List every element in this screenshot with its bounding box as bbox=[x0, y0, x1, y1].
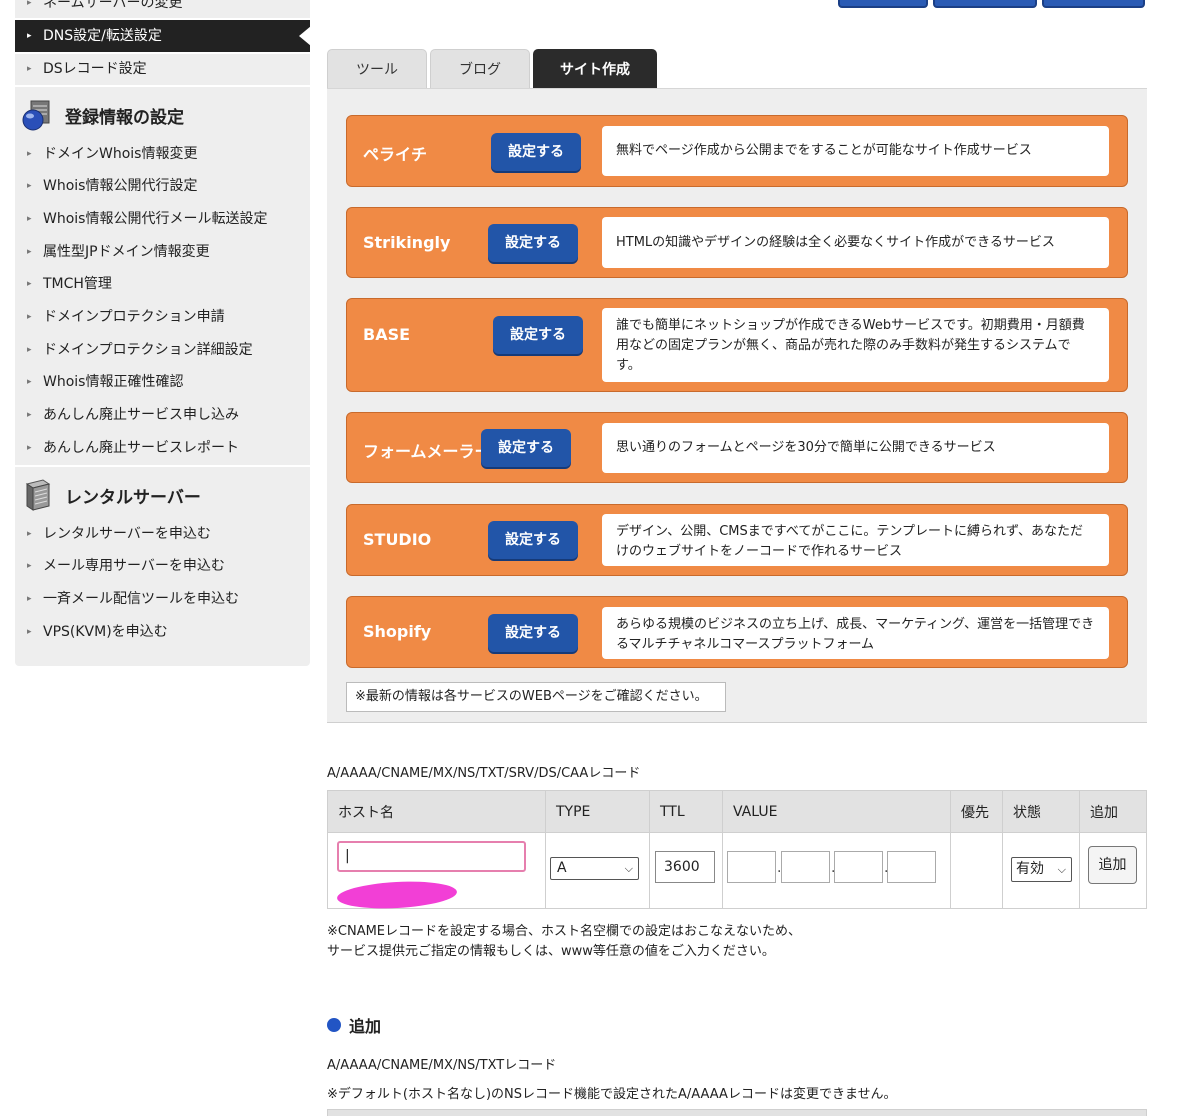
tab-blog[interactable]: ブログ bbox=[430, 49, 530, 89]
col-header-ttl: TTL bbox=[649, 790, 723, 833]
type-selected-value: A bbox=[557, 860, 567, 876]
ip-octet-2-input[interactable] bbox=[781, 851, 830, 883]
top-button[interactable] bbox=[1042, 0, 1145, 8]
sidebar-item-dns-settings[interactable]: DNS設定/転送設定 bbox=[15, 20, 311, 52]
tab-site-creation[interactable]: サイト作成 bbox=[533, 49, 657, 89]
sidebar-item-bulk-mail[interactable]: 一斉メール配信ツールを申込む bbox=[15, 583, 310, 615]
col-header-value: VALUE bbox=[722, 790, 951, 833]
top-button[interactable] bbox=[838, 0, 928, 8]
add-section-title: 追加 bbox=[349, 1017, 382, 1036]
service-card-strikingly: Strikingly 設定する HTMLの知識やデザインの経験は全く必要なくサイ… bbox=[346, 207, 1128, 278]
sidebar-item-whois-change[interactable]: ドメインWhois情報変更 bbox=[15, 138, 310, 170]
service-name: ペライチ bbox=[363, 145, 428, 164]
section-title: レンタルサーバー bbox=[65, 487, 201, 508]
sidebar-item-nameserver[interactable]: ネームサーバーの変更 bbox=[15, 0, 310, 19]
sidebar-item-whois-accuracy[interactable]: Whois情報正確性確認 bbox=[15, 366, 310, 398]
col-header-type: TYPE bbox=[545, 790, 650, 833]
ip-octet-3-input[interactable] bbox=[834, 851, 883, 883]
section-rental-server: レンタルサーバー bbox=[15, 473, 310, 517]
service-description: 誰でも簡単にネットショップが作成できるWebサービスです。初期費用・月額費用など… bbox=[602, 308, 1109, 382]
service-card-shopify: Shopify 設定する あらゆる規模のビジネスの立ち上げ、成長、マーケティング… bbox=[346, 596, 1128, 668]
cname-note: ※CNAMEレコードを設定する場合、ホスト名空欄での設定はおこなえないため、 サ… bbox=[327, 922, 801, 962]
service-name: フォームメーラー bbox=[363, 442, 491, 461]
ttl-input[interactable]: 3600 bbox=[655, 851, 715, 883]
table-header-row: ホスト名 TYPE TTL VALUE 優先 状態 追加 bbox=[327, 790, 1147, 833]
sidebar-item-anshin-apply[interactable]: あんしん廃止サービス申し込み bbox=[15, 399, 310, 431]
section-title: 登録情報の設定 bbox=[65, 107, 184, 128]
col-header-priority: 優先 bbox=[950, 790, 1003, 833]
add-section-subtitle: A/AAAA/CNAME/MX/NS/TXTレコード bbox=[327, 1058, 557, 1073]
state-select[interactable]: 有効 ⌵ bbox=[1011, 857, 1072, 882]
configure-button[interactable]: 設定する bbox=[481, 429, 571, 467]
sidebar-item-vps[interactable]: VPS(KVM)を申込む bbox=[15, 616, 310, 648]
sidebar-nav: ネームサーバーの変更 DNS設定/転送設定 DSレコード設定 登録情報の設定 ド… bbox=[15, 0, 311, 666]
configure-button[interactable]: 設定する bbox=[488, 224, 578, 262]
latest-info-notice: ※最新の情報は各サービスのWEBページをご確認ください。 bbox=[346, 682, 726, 712]
col-header-state: 状態 bbox=[1002, 790, 1080, 833]
ip-octet-1-input[interactable] bbox=[727, 851, 776, 883]
service-name: Shopify bbox=[363, 622, 432, 641]
tab-tools[interactable]: ツール bbox=[327, 49, 427, 89]
sidebar-item-tmch[interactable]: TMCH管理 bbox=[15, 268, 310, 300]
chevron-down-icon: ⌵ bbox=[624, 862, 633, 875]
sidebar-item-domain-protection[interactable]: ドメインプロテクション申請 bbox=[15, 301, 310, 333]
chevron-down-icon: ⌵ bbox=[1057, 863, 1066, 876]
add-record-button[interactable]: 追加 bbox=[1088, 846, 1137, 884]
service-card-studio: STUDIO 設定する デザイン、公開、CMSまですべてがここに。テンプレートに… bbox=[346, 504, 1128, 576]
sidebar-item-mail-server[interactable]: メール専用サーバーを申込む bbox=[15, 550, 310, 582]
sidebar-item-anshin-report[interactable]: あんしん廃止サービスレポート bbox=[15, 432, 310, 464]
sidebar-item-jp-domain-info[interactable]: 属性型JPドメイン情報変更 bbox=[15, 236, 310, 268]
divider bbox=[15, 85, 310, 87]
note-line: ※CNAMEレコードを設定する場合、ホスト名空欄での設定はおこなえないため、 bbox=[327, 924, 802, 939]
tab-bar: ツール ブログ サイト作成 bbox=[327, 49, 660, 89]
service-name: STUDIO bbox=[363, 530, 432, 549]
service-card-base: BASE 設定する 誰でも簡単にネットショップが作成できるWebサービスです。初… bbox=[346, 298, 1128, 392]
configure-button[interactable]: 設定する bbox=[488, 614, 578, 652]
note-line: サービス提供元ご指定の情報もしくは、www等任意の値をご入力ください。 bbox=[327, 944, 775, 959]
top-button[interactable] bbox=[933, 0, 1037, 8]
configure-button[interactable]: 設定する bbox=[493, 316, 583, 354]
service-description: 思い通りのフォームとページを30分で簡単に公開できるサービス bbox=[602, 423, 1109, 473]
service-card-peraichi: ペライチ 設定する 無料でページ作成から公開までをすることが可能なサイト作成サー… bbox=[346, 115, 1128, 187]
sidebar-item-ds-record[interactable]: DSレコード設定 bbox=[15, 53, 310, 85]
service-description: デザイン、公開、CMSまですべてがここに。テンプレートに縛られず、あなただけのウ… bbox=[602, 514, 1109, 566]
record-types-title: A/AAAA/CNAME/MX/NS/TXT/SRV/DS/CAAレコード bbox=[327, 766, 641, 781]
service-description: HTMLの知識やデザインの経験は全く必要なくサイト作成ができるサービス bbox=[602, 217, 1109, 268]
configure-button[interactable]: 設定する bbox=[491, 133, 581, 171]
record-type-select[interactable]: A ⌵ bbox=[550, 857, 639, 880]
table-header-partial bbox=[327, 1109, 1147, 1116]
divider bbox=[15, 465, 310, 467]
service-description: あらゆる規模のビジネスの立ち上げ、成長、マーケティング、運営を一括管理できるマル… bbox=[602, 607, 1109, 659]
ip-octet-4-input[interactable] bbox=[887, 851, 936, 883]
hostname-input[interactable]: | bbox=[337, 841, 526, 872]
col-header-host: ホスト名 bbox=[327, 790, 546, 833]
sidebar-item-protection-detail[interactable]: ドメインプロテクション詳細設定 bbox=[15, 334, 310, 366]
section-registration: 登録情報の設定 bbox=[15, 93, 310, 137]
site-creation-panel: ペライチ 設定する 無料でページ作成から公開までをすることが可能なサイト作成サー… bbox=[327, 88, 1147, 723]
configure-button[interactable]: 設定する bbox=[488, 521, 578, 559]
add-section-heading: 追加 bbox=[327, 1013, 381, 1037]
service-name: BASE bbox=[363, 325, 411, 344]
database-icon bbox=[21, 98, 55, 132]
sidebar-item-whois-mail-forward[interactable]: Whois情報公開代行メール転送設定 bbox=[15, 203, 310, 235]
sidebar-item-rental-server[interactable]: レンタルサーバーを申込む bbox=[15, 518, 310, 550]
sidebar-item-whois-proxy[interactable]: Whois情報公開代行設定 bbox=[15, 170, 310, 202]
state-selected-value: 有効 bbox=[1016, 861, 1044, 877]
bullet-icon bbox=[327, 1018, 341, 1032]
service-description: 無料でページ作成から公開までをすることが可能なサイト作成サービス bbox=[602, 126, 1109, 176]
server-icon bbox=[21, 478, 55, 512]
col-header-add: 追加 bbox=[1079, 790, 1147, 833]
service-card-formmailer: フォームメーラー 設定する 思い通りのフォームとページを30分で簡単に公開できる… bbox=[346, 412, 1128, 483]
service-name: Strikingly bbox=[363, 233, 451, 252]
add-section-note: ※デフォルト(ホスト名なし)のNSレコード機能で設定されたA/AAAAレコードは… bbox=[327, 1087, 897, 1102]
